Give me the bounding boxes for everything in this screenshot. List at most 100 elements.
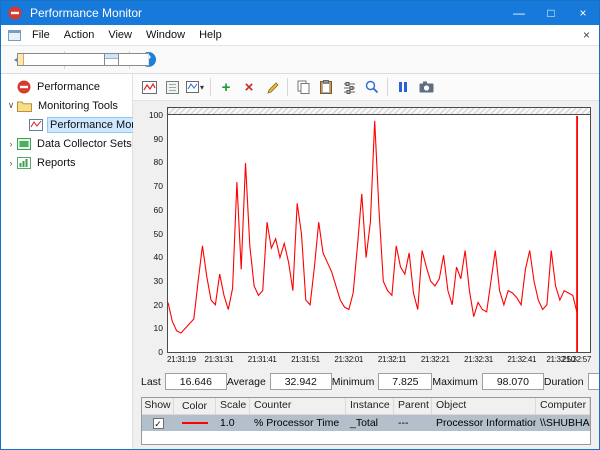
menu-window[interactable]: Window <box>139 27 192 43</box>
app-icon <box>5 6 25 20</box>
chart-top-hatch <box>168 108 590 115</box>
x-axis-label: 21:31:41 <box>248 355 277 364</box>
show-checkbox[interactable]: ✓ <box>153 418 164 429</box>
main-toolbar: ? <box>1 46 599 74</box>
tree-item-label: Performance <box>37 81 100 93</box>
console-tree: Performance ∨ Monitoring Tools Performan… <box>1 74 133 449</box>
maximum-value: 98.070 <box>482 373 544 390</box>
x-axis-label: 21:31:51 <box>291 355 320 364</box>
cpu-series-line <box>168 121 577 333</box>
magnifier-icon <box>365 80 379 94</box>
add-counter-button[interactable]: + <box>216 76 236 98</box>
expander[interactable]: › <box>5 139 17 149</box>
header-show[interactable]: Show <box>142 398 174 414</box>
reports-icon <box>17 157 31 169</box>
last-label: Last <box>141 376 161 388</box>
minimum-value: 7.825 <box>378 373 432 390</box>
delete-icon: × <box>245 80 254 95</box>
perfmon-pane: ▾ + × <box>133 74 599 449</box>
last-value: 16.646 <box>165 373 227 390</box>
window-controls: — □ × <box>503 1 599 25</box>
header-parent[interactable]: Parent <box>394 398 432 414</box>
stats-bar: Last 16.646 Average 32.942 Minimum 7.825… <box>141 373 591 390</box>
plus-icon: + <box>222 80 231 95</box>
menu-file[interactable]: File <box>25 27 57 43</box>
x-axis-label: 21:31:31 <box>205 355 234 364</box>
window-title: Performance Monitor <box>30 6 503 20</box>
x-axis: 21:31:1921:31:3121:31:4121:31:5121:32:01… <box>167 353 591 366</box>
expander[interactable]: › <box>5 158 17 168</box>
toolbar-separator <box>287 78 288 96</box>
header-computer[interactable]: Computer <box>536 398 590 414</box>
tree-item-monitoring-tools[interactable]: ∨ Monitoring Tools <box>1 96 132 115</box>
y-axis-label: 30 <box>154 276 163 286</box>
freeze-display-button[interactable] <box>393 76 413 98</box>
paste-icon <box>320 80 332 94</box>
delete-counter-button[interactable]: × <box>239 76 259 98</box>
view-log-data-button[interactable] <box>162 76 182 98</box>
y-axis-label: 70 <box>154 181 163 191</box>
average-label: Average <box>227 376 266 388</box>
properties-button[interactable] <box>339 76 359 98</box>
zoom-button[interactable] <box>362 76 382 98</box>
y-axis-label: 90 <box>154 134 163 144</box>
tree-item-reports[interactable]: › Reports <box>1 153 132 172</box>
chart-plot <box>167 107 591 353</box>
update-data-button[interactable] <box>416 76 436 98</box>
chevron-down-icon: ▾ <box>200 83 204 92</box>
copy-properties-button[interactable] <box>293 76 313 98</box>
current-activity-icon <box>142 81 157 94</box>
tree-item-performance-monitor[interactable]: Performance Monitor <box>1 115 132 134</box>
highlight-button[interactable] <box>262 76 282 98</box>
header-object[interactable]: Object <box>432 398 536 414</box>
x-axis-label: 21:32:41 <box>507 355 536 364</box>
duration-value: 1:40 <box>588 373 600 390</box>
tree-item-label: Reports <box>37 157 76 169</box>
counter-row[interactable]: ✓ 1.0 % Processor Time _Total --- Proces… <box>142 415 590 431</box>
header-scale[interactable]: Scale <box>216 398 250 414</box>
performance-icon <box>17 80 31 94</box>
maximize-button[interactable]: □ <box>535 1 567 25</box>
cell-parent: --- <box>394 417 432 429</box>
cell-object: Processor Information <box>432 417 536 429</box>
title-bar[interactable]: Performance Monitor — □ × <box>1 1 599 25</box>
x-axis-label: 21:32:31 <box>464 355 493 364</box>
y-axis-label: 80 <box>154 157 163 167</box>
cell-scale: 1.0 <box>216 417 250 429</box>
pause-icon <box>399 82 407 92</box>
graph-type-icon <box>186 81 199 93</box>
toolbar-separator <box>210 78 211 96</box>
view-current-activity-button[interactable] <box>139 76 159 98</box>
cell-instance: _Total <box>346 417 394 429</box>
toolbar-separator <box>387 78 388 96</box>
counter-table-header: Show Color Scale Counter Instance Parent… <box>142 398 590 415</box>
expander[interactable]: ∨ <box>5 100 17 111</box>
y-axis-label: 40 <box>154 252 163 262</box>
menu-help[interactable]: Help <box>192 27 229 43</box>
minimize-button[interactable]: — <box>503 1 535 25</box>
change-graph-type-button[interactable]: ▾ <box>185 76 205 98</box>
x-axis-label: 21:32:11 <box>378 355 406 364</box>
x-axis-label: 21:32:01 <box>334 355 363 364</box>
y-axis-label: 100 <box>149 110 163 120</box>
menu-view[interactable]: View <box>101 27 139 43</box>
pencil-icon <box>265 80 279 94</box>
header-color[interactable]: Color <box>174 398 216 414</box>
x-axis-label: 21:32:21 <box>421 355 450 364</box>
header-instance[interactable]: Instance <box>346 398 394 414</box>
menu-action[interactable]: Action <box>57 27 102 43</box>
header-counter[interactable]: Counter <box>250 398 346 414</box>
y-axis-label: 50 <box>154 229 163 239</box>
tree-item-data-collector-sets[interactable]: › Data Collector Sets <box>1 134 132 153</box>
console-tree-icon <box>17 53 149 66</box>
show-console-tree-button[interactable] <box>71 49 95 71</box>
tree-item-performance[interactable]: Performance <box>1 77 132 96</box>
child-window-close-button[interactable]: × <box>574 28 599 42</box>
counter-color-swatch <box>182 422 208 424</box>
paste-counter-list-button[interactable] <box>316 76 336 98</box>
y-axis-label: 20 <box>154 300 163 310</box>
camera-icon <box>419 81 434 93</box>
close-button[interactable]: × <box>567 1 599 25</box>
duration-label: Duration <box>544 376 584 388</box>
maximum-label: Maximum <box>432 376 478 388</box>
